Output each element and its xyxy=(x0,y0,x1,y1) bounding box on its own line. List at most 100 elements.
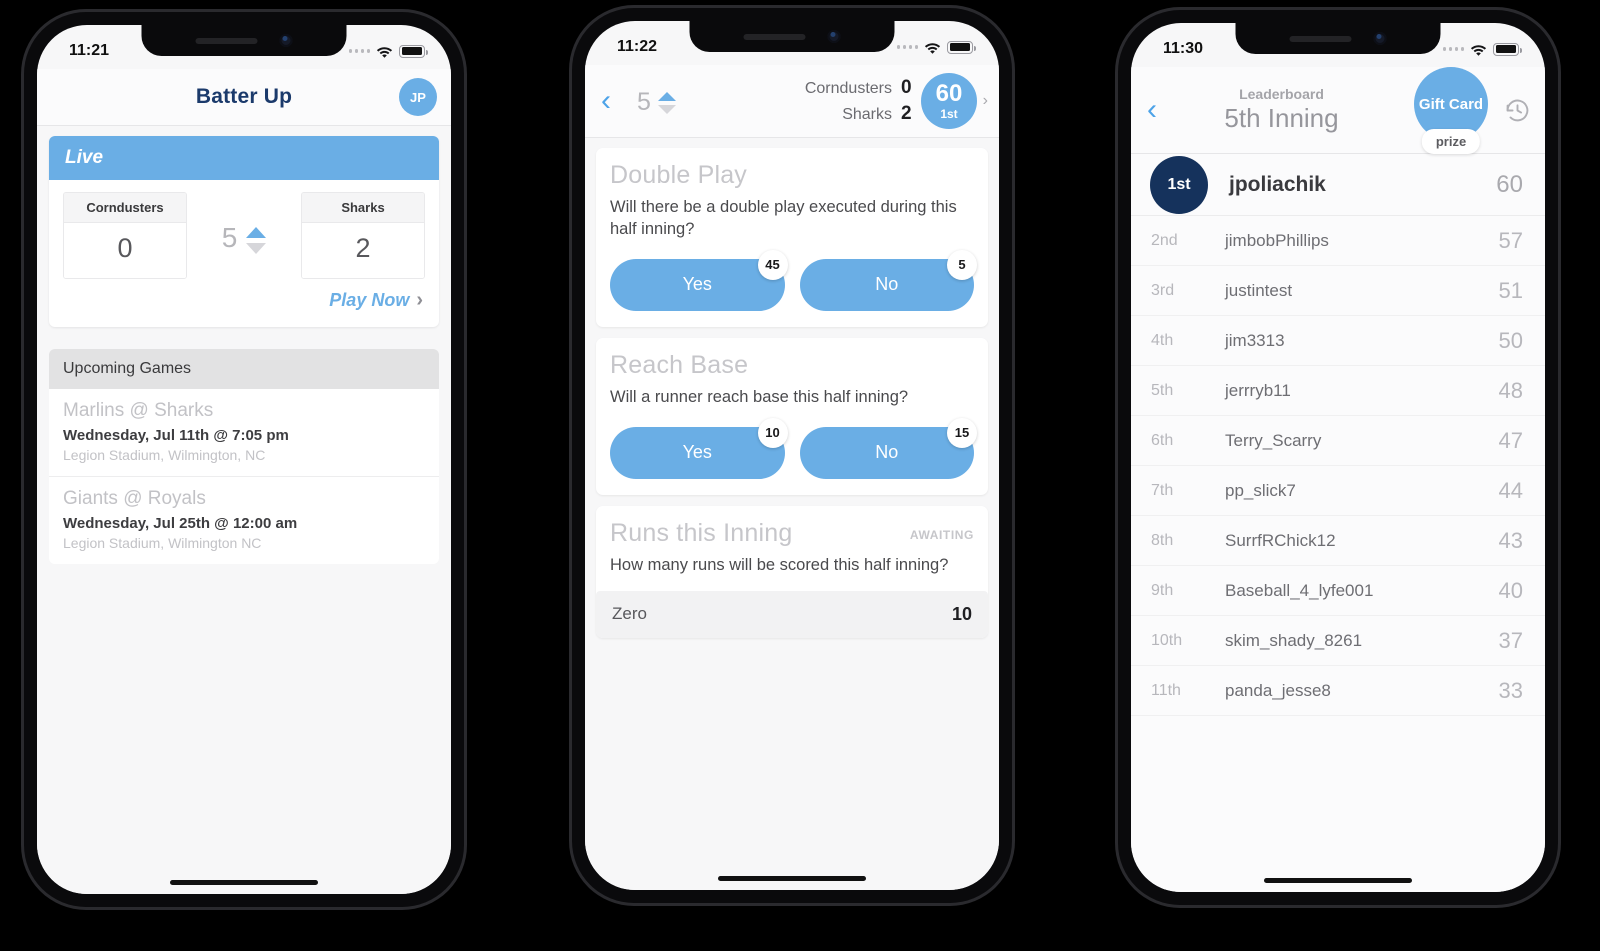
away-team-box: Corndusters 0 xyxy=(63,192,187,279)
game-venue: Legion Stadium, Wilmington NC xyxy=(63,535,262,551)
game-venue: Legion Stadium, Wilmington, NC xyxy=(63,447,266,463)
rank-cell: 6th xyxy=(1151,431,1174,449)
player-score: 50 xyxy=(1498,327,1523,353)
question-card: Double Play Will there be a double play … xyxy=(596,148,988,327)
play-now-label: Play Now xyxy=(329,290,410,310)
runs-question-card: Runs this Inning AWAITING How many runs … xyxy=(596,505,988,638)
player-score: 44 xyxy=(1498,477,1523,503)
back-button[interactable]: ‹ xyxy=(601,86,615,116)
player-name: jerrryb11 xyxy=(1225,380,1291,400)
yes-count-badge: 45 xyxy=(757,249,788,280)
answer-option-row[interactable]: Zero 10 xyxy=(596,590,988,638)
status-bar: 11:21 xyxy=(37,25,451,69)
scoreboard: Corndusters 0 Sharks 2 xyxy=(704,75,913,127)
inning-number: 5 xyxy=(637,87,651,116)
table-row[interactable]: 10th skim_shady_8261 37 xyxy=(1131,616,1545,666)
game-teams: Marlins @ Sharks xyxy=(63,400,214,421)
rank-cell: 5th xyxy=(1151,381,1174,399)
home-score-line: Sharks 2 xyxy=(704,101,913,127)
no-count-badge: 15 xyxy=(947,417,977,448)
status-bar: 11:30 xyxy=(1131,23,1545,67)
wifi-icon xyxy=(376,45,393,58)
app-header: Batter Up JP xyxy=(37,69,451,125)
prize-tag: prize xyxy=(1421,129,1481,154)
prize-badge[interactable]: Gift Card prize xyxy=(1410,67,1492,154)
table-row[interactable]: 9th Baseball_4_lyfe001 40 xyxy=(1131,566,1545,616)
question-header: Reach Base xyxy=(610,351,974,380)
rank-cell: 9th xyxy=(1151,581,1174,599)
no-button[interactable]: No 15 xyxy=(799,417,977,479)
table-row[interactable]: 3rd justintest 51 xyxy=(1131,266,1545,316)
status-time: 11:30 xyxy=(1163,40,1204,57)
history-icon[interactable] xyxy=(1504,97,1531,124)
table-row[interactable]: 11th panda_jesse8 33 xyxy=(1131,666,1545,716)
answer-buttons: Yes 45 No 5 xyxy=(610,249,977,311)
no-button[interactable]: No 5 xyxy=(799,249,977,311)
player-name: panda_jesse8 xyxy=(1225,680,1331,700)
question-text: Will a runner reach base this half innin… xyxy=(610,387,909,406)
yes-label: Yes xyxy=(682,442,712,463)
home-indicator[interactable] xyxy=(170,880,318,885)
question-text: How many runs will be scored this half i… xyxy=(610,555,949,574)
inning-arrows xyxy=(246,224,267,254)
player-score: 43 xyxy=(1498,527,1523,553)
arrow-up-icon[interactable] xyxy=(657,91,676,101)
table-row[interactable]: 5th jerrryb11 48 xyxy=(1131,366,1545,416)
home-indicator[interactable] xyxy=(718,876,866,881)
status-indicators xyxy=(896,40,976,54)
arrow-down-icon[interactable] xyxy=(246,243,267,254)
user-rank-badge[interactable]: 60 1st › xyxy=(921,73,988,129)
yes-button[interactable]: Yes 45 xyxy=(610,249,788,311)
player-score: 47 xyxy=(1498,427,1523,453)
player-name: justintest xyxy=(1225,280,1293,300)
game-datetime: Wednesday, Jul 11th @ 7:05 pm xyxy=(63,427,289,444)
home-content: Live Corndusters 0 5 Sharks 2 Play Now ›… xyxy=(37,126,451,894)
live-game-card[interactable]: Live Corndusters 0 5 Sharks 2 Play Now › xyxy=(49,136,439,327)
header-titles: Leaderboard 5th Inning xyxy=(1153,86,1410,134)
table-row[interactable]: 7th pp_slick7 44 xyxy=(1131,466,1545,516)
list-item[interactable]: Marlins @ Sharks Wednesday, Jul 11th @ 7… xyxy=(49,389,439,477)
phone-3: 11:30 ‹ Leaderboard 5th Inning Gift Card xyxy=(1118,10,1558,905)
option-count: 10 xyxy=(951,603,972,624)
phone-1-screen: 11:21 Batter Up JP Live Corndusters 0 5 … xyxy=(37,25,451,894)
away-team-score: 0 xyxy=(901,76,912,98)
battery-icon xyxy=(1493,42,1522,56)
player-name: Terry_Scarry xyxy=(1225,430,1322,450)
table-row[interactable]: 1st jpoliachik 60 xyxy=(1131,154,1545,216)
play-now-link[interactable]: Play Now › xyxy=(49,285,439,327)
upcoming-games-header: Upcoming Games xyxy=(49,349,439,389)
arrow-up-icon[interactable] xyxy=(246,227,267,238)
player-score: 57 xyxy=(1498,227,1523,253)
header-subtitle: Leaderboard xyxy=(1239,86,1324,102)
rank-cell: 7th xyxy=(1151,481,1174,499)
battery-icon xyxy=(947,40,976,54)
signal-icon xyxy=(1442,47,1464,51)
home-indicator[interactable] xyxy=(1264,878,1412,883)
table-row[interactable]: 4th jim3313 50 xyxy=(1131,316,1545,366)
inning-stepper[interactable]: 5 xyxy=(637,87,676,116)
chevron-right-icon: › xyxy=(416,289,423,311)
player-name: SurrfRChick12 xyxy=(1225,530,1336,550)
yes-button[interactable]: Yes 10 xyxy=(610,417,788,479)
phone-2-screen: 11:22 ‹ 5 Corndusters 0 Sharks 2 60 1st … xyxy=(585,21,999,890)
table-row[interactable]: 2nd jimbobPhillips 57 xyxy=(1131,216,1545,266)
away-team-name: Corndusters xyxy=(64,193,186,223)
arrow-down-icon[interactable] xyxy=(657,104,676,114)
inning-stepper[interactable]: 5 xyxy=(187,192,301,254)
leaderboard-list: 1st jpoliachik 60 2nd jimbobPhillips 57 … xyxy=(1131,154,1545,892)
list-item[interactable]: Giants @ Royals Wednesday, Jul 25th @ 12… xyxy=(49,477,439,564)
chevron-right-icon: › xyxy=(982,92,988,109)
inning-arrows xyxy=(657,90,676,114)
table-row[interactable]: 8th SurrfRChick12 43 xyxy=(1131,516,1545,566)
screenshot-stage: 11:21 Batter Up JP Live Corndusters 0 5 … xyxy=(0,0,1600,951)
table-row[interactable]: 6th Terry_Scarry 47 xyxy=(1131,416,1545,466)
questions-list: Double Play Will there be a double play … xyxy=(585,138,999,890)
question-card: Reach Base Will a runner reach base this… xyxy=(596,337,988,495)
upcoming-games-section: Upcoming Games Marlins @ Sharks Wednesda… xyxy=(49,349,439,564)
rank-cell: 8th xyxy=(1151,531,1174,549)
player-score: 33 xyxy=(1498,677,1523,703)
home-team-score: 2 xyxy=(302,223,424,278)
avatar[interactable]: JP xyxy=(399,78,437,116)
rank-cell: 4th xyxy=(1151,331,1174,349)
home-team-score: 2 xyxy=(901,103,912,124)
